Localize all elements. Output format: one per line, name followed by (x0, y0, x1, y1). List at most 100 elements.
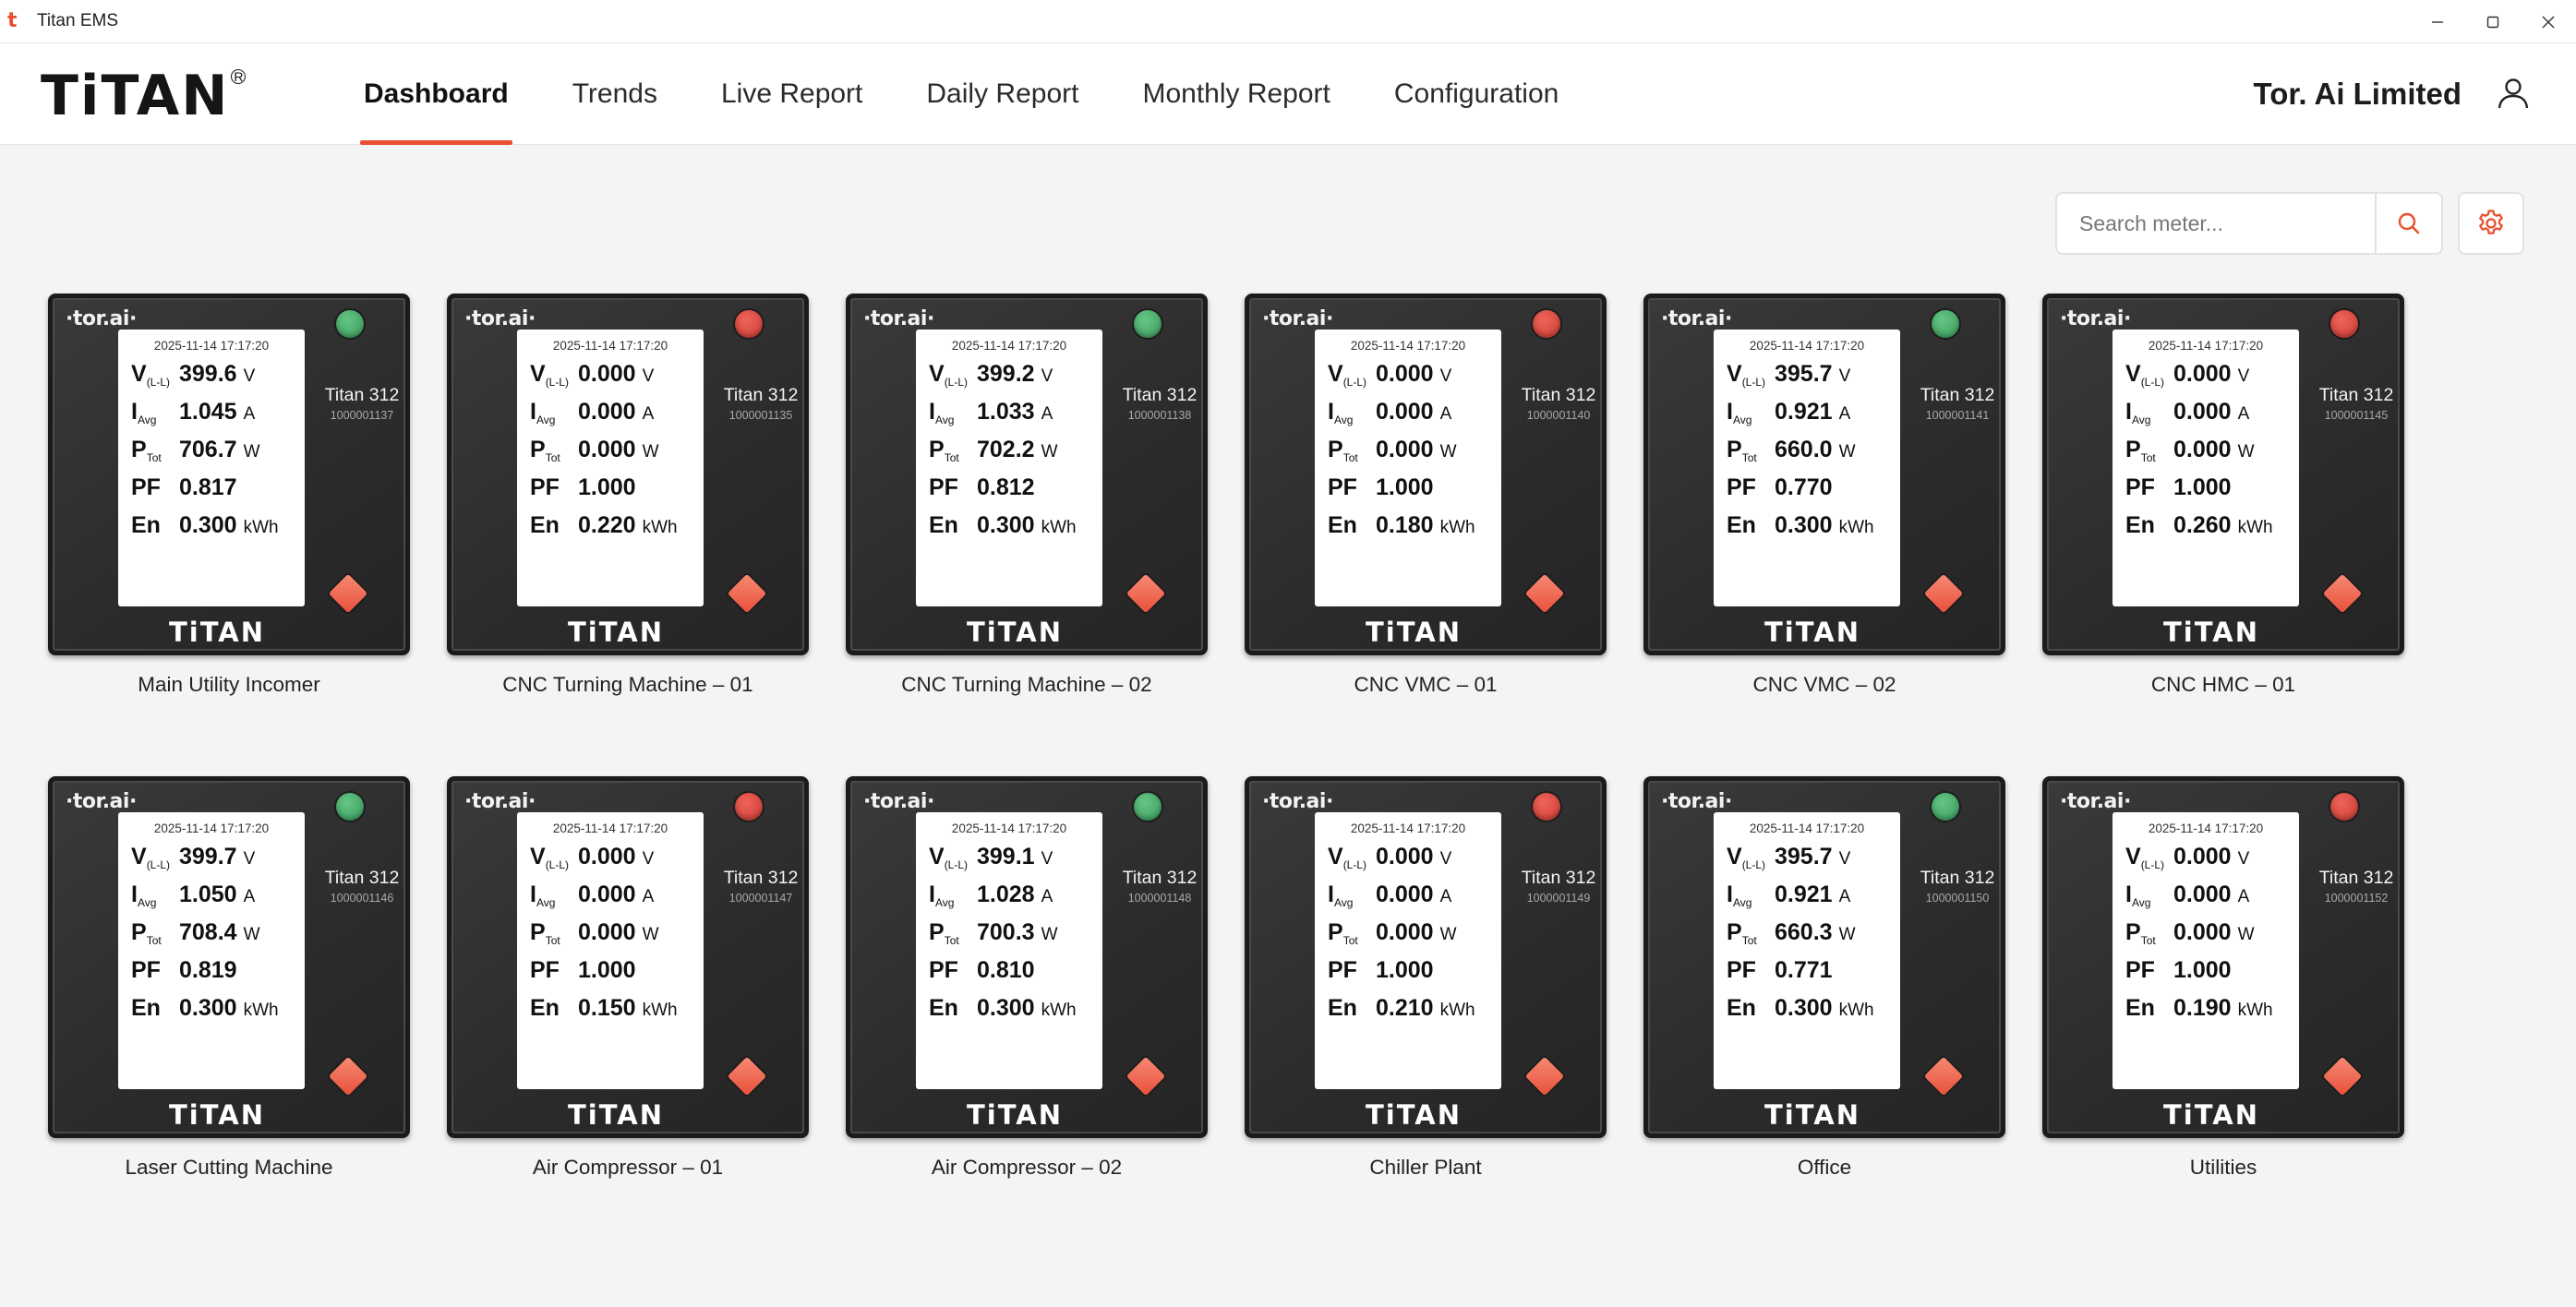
meter-timestamp: 2025-11-14 17:17:20 (1350, 821, 1466, 835)
meter-card[interactable]: ·tor.ai· 2025-11-14 17:17:20 V(L-L) 399.… (846, 294, 1208, 697)
meter-card[interactable]: ·tor.ai· 2025-11-14 17:17:20 V(L-L) 399.… (846, 776, 1208, 1180)
voltage-label: V(L-L) (2125, 844, 2165, 871)
meter-diamond-button[interactable] (328, 573, 368, 614)
power-unit: W (1041, 925, 1058, 944)
energy-unit: kWh (1838, 518, 1874, 537)
meter-device[interactable]: ·tor.ai· 2025-11-14 17:17:20 V(L-L) 0.00… (2042, 294, 2404, 655)
energy-unit: kWh (243, 518, 279, 537)
search-button[interactable] (2375, 194, 2441, 253)
meter-card[interactable]: ·tor.ai· 2025-11-14 17:17:20 V(L-L) 395.… (1643, 294, 2005, 697)
meter-serial: 1000001138 (1127, 409, 1192, 422)
power-value: 0.000 (1376, 919, 1434, 945)
meter-diamond-button[interactable] (1524, 573, 1565, 614)
meter-card[interactable]: ·tor.ai· 2025-11-14 17:17:20 V(L-L) 399.… (48, 776, 410, 1180)
meter-timestamp: 2025-11-14 17:17:20 (2148, 821, 2264, 835)
meter-device[interactable]: ·tor.ai· 2025-11-14 17:17:20 V(L-L) 399.… (846, 294, 1208, 655)
status-indicator-offline (2330, 310, 2358, 338)
search-input[interactable] (2057, 194, 2375, 253)
meter-device[interactable]: ·tor.ai· 2025-11-14 17:17:20 V(L-L) 0.00… (447, 294, 809, 655)
meter-timestamp: 2025-11-14 17:17:20 (552, 339, 668, 353)
meter-screen: 2025-11-14 17:17:20 V(L-L) 395.7 V IAvg … (1714, 330, 1900, 606)
nav-monthly-report[interactable]: Monthly Report (1138, 43, 1333, 145)
meter-card[interactable]: ·tor.ai· 2025-11-14 17:17:20 V(L-L) 0.00… (447, 776, 809, 1180)
voltage-reading: V(L-L) 0.000 V (530, 844, 694, 881)
meter-device[interactable]: ·tor.ai· 2025-11-14 17:17:20 V(L-L) 0.00… (1245, 776, 1607, 1138)
power-value: 700.3 (977, 919, 1035, 945)
maximize-button[interactable] (2465, 0, 2521, 43)
meter-screen: 2025-11-14 17:17:20 V(L-L) 0.000 V IAvg … (517, 812, 704, 1089)
close-button[interactable] (2521, 0, 2576, 43)
meter-diamond-button[interactable] (328, 1056, 368, 1097)
search-box (2055, 192, 2443, 255)
power-label: PTot (929, 437, 959, 464)
meter-device[interactable]: ·tor.ai· 2025-11-14 17:17:20 V(L-L) 395.… (1643, 776, 2005, 1138)
meter-device[interactable]: ·tor.ai· 2025-11-14 17:17:20 V(L-L) 399.… (48, 776, 410, 1138)
meter-device[interactable]: ·tor.ai· 2025-11-14 17:17:20 V(L-L) 399.… (48, 294, 410, 655)
meter-device[interactable]: ·tor.ai· 2025-11-14 17:17:20 V(L-L) 0.00… (447, 776, 809, 1138)
meter-serial: 1000001141 (1925, 409, 1990, 422)
voltage-unit: V (2237, 849, 2250, 869)
meter-diamond-button[interactable] (2322, 573, 2363, 614)
power-factor-value: 0.770 (1775, 474, 1833, 500)
current-label: IAvg (929, 399, 955, 426)
meter-diamond-button[interactable] (1125, 573, 1166, 614)
meter-card[interactable]: ·tor.ai· 2025-11-14 17:17:20 V(L-L) 0.00… (1245, 776, 1607, 1180)
power-value: 660.3 (1775, 919, 1833, 945)
voltage-reading: V(L-L) 0.000 V (1328, 844, 1492, 881)
titan-device-logo: TiTAN (2163, 1099, 2259, 1131)
meter-diamond-button[interactable] (727, 1056, 767, 1097)
settings-button[interactable] (2458, 192, 2524, 255)
meter-model: Titan 312 (1920, 385, 1995, 405)
meter-diamond-button[interactable] (1923, 1056, 1964, 1097)
meter-diamond-button[interactable] (1923, 573, 1964, 614)
power-factor-label: PF (530, 474, 560, 500)
meter-device[interactable]: ·tor.ai· 2025-11-14 17:17:20 V(L-L) 395.… (1643, 294, 2005, 655)
energy-label: En (929, 995, 958, 1021)
meter-diamond-button[interactable] (2322, 1056, 2363, 1097)
nav-live-report[interactable]: Live Report (717, 43, 866, 145)
meter-card[interactable]: ·tor.ai· 2025-11-14 17:17:20 V(L-L) 0.00… (447, 294, 809, 697)
energy-label: En (530, 512, 560, 538)
energy-label: En (530, 995, 560, 1021)
power-value: 706.7 (179, 437, 237, 462)
power-label: PTot (530, 437, 560, 464)
voltage-unit: V (1041, 849, 1053, 869)
meter-screen: 2025-11-14 17:17:20 V(L-L) 0.000 V IAvg … (1315, 330, 1501, 606)
power-reading: PTot 660.3 W (1727, 919, 1891, 957)
status-indicator-online (336, 793, 364, 821)
meter-device[interactable]: ·tor.ai· 2025-11-14 17:17:20 V(L-L) 399.… (846, 776, 1208, 1138)
nav-configuration[interactable]: Configuration (1390, 43, 1562, 145)
nav-daily-report[interactable]: Daily Report (922, 43, 1082, 145)
voltage-label: V(L-L) (530, 844, 570, 871)
power-factor-reading: PF 1.000 (1328, 957, 1492, 995)
nav-trends[interactable]: Trends (569, 43, 661, 145)
meter-timestamp: 2025-11-14 17:17:20 (153, 821, 270, 835)
meter-card[interactable]: ·tor.ai· 2025-11-14 17:17:20 V(L-L) 399.… (48, 294, 410, 697)
current-value: 0.921 (1775, 881, 1833, 907)
meter-device[interactable]: ·tor.ai· 2025-11-14 17:17:20 V(L-L) 0.00… (1245, 294, 1607, 655)
energy-value: 0.300 (179, 512, 237, 538)
meter-name: CNC VMC – 02 (1752, 673, 1896, 696)
meter-card[interactable]: ·tor.ai· 2025-11-14 17:17:20 V(L-L) 0.00… (2042, 776, 2404, 1180)
status-indicator-online (1134, 310, 1162, 338)
meter-card[interactable]: ·tor.ai· 2025-11-14 17:17:20 V(L-L) 0.00… (2042, 294, 2404, 697)
power-factor-label: PF (929, 957, 958, 983)
power-factor-label: PF (1328, 474, 1357, 500)
current-value: 1.028 (977, 881, 1035, 907)
meter-device[interactable]: ·tor.ai· 2025-11-14 17:17:20 V(L-L) 0.00… (2042, 776, 2404, 1138)
titan-device-logo: TiTAN (568, 1099, 664, 1131)
voltage-label: V(L-L) (2125, 361, 2165, 389)
minimize-button[interactable] (2410, 0, 2465, 43)
status-indicator-online (1932, 793, 1959, 821)
meter-timestamp: 2025-11-14 17:17:20 (2148, 339, 2264, 353)
meter-card[interactable]: ·tor.ai· 2025-11-14 17:17:20 V(L-L) 0.00… (1245, 294, 1607, 697)
meter-card[interactable]: ·tor.ai· 2025-11-14 17:17:20 V(L-L) 395.… (1643, 776, 2005, 1180)
meter-diamond-button[interactable] (727, 573, 767, 614)
energy-label: En (929, 512, 958, 538)
nav-dashboard[interactable]: Dashboard (360, 43, 512, 145)
meter-diamond-button[interactable] (1125, 1056, 1166, 1097)
power-label: PTot (1727, 919, 1757, 947)
titan-logo[interactable]: TiTAN R (41, 68, 247, 124)
user-icon[interactable] (2495, 75, 2532, 112)
meter-diamond-button[interactable] (1524, 1056, 1565, 1097)
